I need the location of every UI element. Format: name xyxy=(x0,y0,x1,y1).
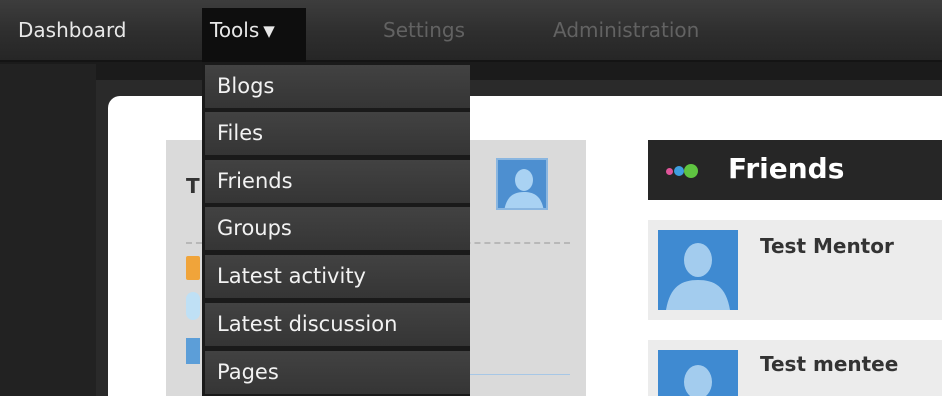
menu-item-blogs[interactable]: Blogs xyxy=(205,65,470,108)
nav-tools-label: Tools xyxy=(210,18,260,42)
user-avatar-icon[interactable] xyxy=(658,350,738,396)
menu-item-latest-discussion[interactable]: Latest discussion xyxy=(205,303,470,346)
mail-icon[interactable] xyxy=(186,338,200,364)
nav-administration[interactable]: Administration xyxy=(553,18,699,42)
friend-name[interactable]: Test Mentor xyxy=(760,234,894,258)
user-avatar-icon[interactable] xyxy=(658,230,738,310)
menu-item-friends[interactable]: Friends xyxy=(205,160,470,203)
menu-item-groups[interactable]: Groups xyxy=(205,207,470,250)
owner-name-initial[interactable]: T xyxy=(186,174,200,198)
friends-widget-title: Friends xyxy=(728,152,845,185)
top-navigation-bar: Dashboard Tools ▼ Settings Administration xyxy=(0,0,942,62)
menu-item-pages[interactable]: Pages xyxy=(205,351,470,394)
dot-blue xyxy=(674,166,684,176)
link-icon[interactable] xyxy=(186,292,200,320)
friend-list-item[interactable]: Test Mentor xyxy=(648,220,942,320)
nav-dashboard[interactable]: Dashboard xyxy=(18,18,127,42)
user-avatar-icon[interactable] xyxy=(496,158,548,210)
divider xyxy=(470,374,570,375)
chevron-down-icon: ▼ xyxy=(263,22,275,40)
nav-settings[interactable]: Settings xyxy=(383,18,465,42)
user-avatar-icon-graphic xyxy=(666,243,730,310)
rss-feed-icon[interactable] xyxy=(186,256,200,280)
dot-pink xyxy=(666,168,673,175)
left-gutter xyxy=(0,64,96,396)
tools-dropdown-menu: Blogs Files Friends Groups Latest activi… xyxy=(202,62,470,396)
menu-item-files[interactable]: Files xyxy=(205,112,470,155)
friend-name[interactable]: Test mentee xyxy=(760,352,898,376)
friend-list-item[interactable]: Test mentee xyxy=(648,340,942,396)
user-avatar-icon-graphic xyxy=(504,169,544,208)
dot-green xyxy=(684,164,698,178)
user-avatar-icon-graphic xyxy=(684,365,712,396)
friends-widget-header: Friends xyxy=(648,140,942,200)
menu-item-latest-activity[interactable]: Latest activity xyxy=(205,255,470,298)
friends-dots-icon xyxy=(666,164,698,178)
nav-tools[interactable]: Tools ▼ xyxy=(210,18,275,42)
